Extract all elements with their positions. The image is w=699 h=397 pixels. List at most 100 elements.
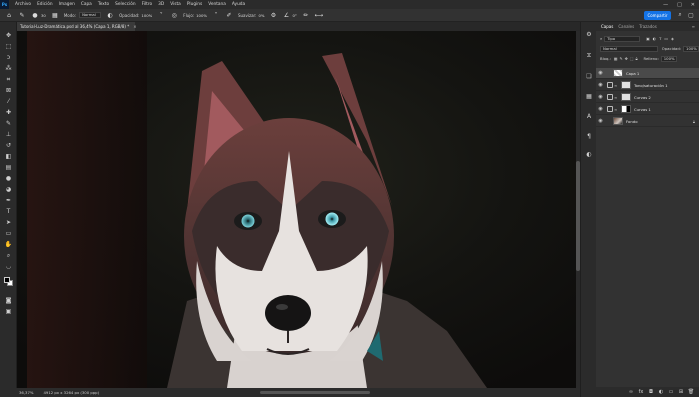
smoothing-value[interactable]: 0% <box>258 13 264 18</box>
paragraph-icon[interactable]: ¶ <box>585 132 593 140</box>
new-layer-icon[interactable]: ⊞ <box>678 389 684 395</box>
foreground-color-swatch[interactable] <box>4 277 10 283</box>
zoom-level[interactable]: 36,37% <box>19 390 33 395</box>
home-icon[interactable]: ⌂ <box>5 11 13 19</box>
menu-capa[interactable]: Capa <box>81 2 92 7</box>
panel-menu-icon[interactable]: ≡ <box>692 24 695 29</box>
flow-value[interactable]: 100% <box>196 13 207 18</box>
eye-icon[interactable]: ◉ <box>596 70 605 76</box>
add-mask-icon[interactable]: ◘ <box>648 389 654 395</box>
angle-value[interactable]: 0° <box>293 13 297 18</box>
layer-filter-select[interactable]: Tipo <box>604 35 641 42</box>
gear-icon[interactable]: ⚙ <box>270 11 278 19</box>
zoom-tool-icon[interactable]: ⌕ <box>4 251 13 260</box>
quick-mask-icon[interactable]: ◙ <box>4 296 13 305</box>
menu-edicion[interactable]: Edición <box>37 2 53 7</box>
dodge-tool-icon[interactable]: ◕ <box>4 185 13 194</box>
brush-tool-icon[interactable]: ✎ <box>18 11 26 19</box>
layer-style-icon[interactable]: fx <box>638 389 644 395</box>
mode-select[interactable]: Normal <box>79 12 102 18</box>
lock-transparent-icon[interactable]: ▦ <box>614 56 618 61</box>
color-icon[interactable]: ◐ <box>585 150 593 158</box>
filter-type-icon[interactable]: T <box>659 36 661 41</box>
airbrush-icon[interactable]: ◎ <box>170 11 178 19</box>
move-tool-icon[interactable]: ✥ <box>4 31 13 40</box>
frame-tool-icon[interactable]: ⊠ <box>4 86 13 95</box>
brush-preset-icon[interactable]: ● <box>31 11 39 19</box>
menu-ventana[interactable]: Ventana <box>208 2 226 7</box>
swatches-icon[interactable]: ▦ <box>585 92 593 100</box>
layer-row-capa-1[interactable]: ◉ Capa 1 <box>596 68 699 79</box>
pressure-opacity-icon[interactable]: ◐ <box>106 11 114 19</box>
new-group-icon[interactable]: ▭ <box>668 389 674 395</box>
pressure-size-icon[interactable]: ✏ <box>302 11 310 19</box>
document-tab[interactable]: Tutorial-Luz-Dramática.psd al 36,4% (Cap… <box>17 22 137 31</box>
tab-canales[interactable]: Canales <box>618 24 634 29</box>
canvas-area[interactable] <box>17 31 580 388</box>
workspace-icon[interactable]: ▢ <box>687 11 695 19</box>
lock-position-icon[interactable]: ✥ <box>625 56 628 61</box>
pen-pressure-icon[interactable]: ✐ <box>225 11 233 19</box>
layer-row-tono-saturacion[interactable]: ◉ ∞ Tono/saturación 1 <box>596 80 699 91</box>
link-layers-icon[interactable]: ∞ <box>628 389 634 395</box>
menu-plugins[interactable]: Plugins <box>187 2 202 7</box>
lock-image-icon[interactable]: ✎ <box>619 56 622 61</box>
eye-icon[interactable]: ◉ <box>596 94 605 100</box>
new-adjustment-icon[interactable]: ◐ <box>658 389 664 395</box>
menu-vista[interactable]: Vista <box>170 2 181 7</box>
hand-tool-icon[interactable]: ✋ <box>4 240 13 249</box>
history-brush-tool-icon[interactable]: ↺ <box>4 141 13 150</box>
filter-adjustment-icon[interactable]: ◐ <box>653 36 656 41</box>
filter-smart-icon[interactable]: ◈ <box>671 36 674 41</box>
fill-field[interactable]: 100% <box>660 55 677 62</box>
eye-icon[interactable]: ◉ <box>596 82 605 88</box>
tab-capas[interactable]: Capas <box>601 24 613 29</box>
menu-archivo[interactable]: Archivo <box>15 2 31 7</box>
marquee-tool-icon[interactable]: ⬚ <box>4 42 13 51</box>
opacity-field[interactable]: 100% <box>683 45 699 52</box>
brush-tool-icon[interactable]: ✎ <box>4 119 13 128</box>
filter-shape-icon[interactable]: ▭ <box>664 36 668 41</box>
brush-size[interactable]: 30 <box>41 13 46 18</box>
screen-mode-icon[interactable]: ▣ <box>4 307 13 316</box>
share-button[interactable]: Compartir <box>644 11 671 20</box>
adjustments-icon[interactable]: ⚙ <box>585 30 593 38</box>
delete-layer-icon[interactable]: 🗑︎ <box>688 389 694 395</box>
chevron-down-icon[interactable]: ˅ <box>157 11 165 19</box>
layer-row-curvas-2[interactable]: ◉ ∞ Curvas 2 <box>596 92 699 103</box>
opacity-value[interactable]: 100% <box>141 13 152 18</box>
eye-icon[interactable]: ◉ <box>596 118 605 124</box>
eye-icon[interactable]: ◉ <box>596 106 605 112</box>
menu-seleccion[interactable]: Selección <box>115 2 135 7</box>
lock-all-icon[interactable]: 🔒︎ <box>635 56 637 61</box>
menu-filtro[interactable]: Filtro <box>142 2 153 7</box>
path-selection-tool-icon[interactable]: ➤ <box>4 218 13 227</box>
lock-artboard-icon[interactable]: ⬚ <box>630 56 634 61</box>
menu-imagen[interactable]: Imagen <box>59 2 75 7</box>
pen-tool-icon[interactable]: ✒ <box>4 196 13 205</box>
blend-mode-select[interactable]: Normal <box>600 45 658 52</box>
crop-tool-icon[interactable]: ⌗ <box>4 75 13 84</box>
blur-tool-icon[interactable]: ● <box>4 174 13 183</box>
brush-settings-icon[interactable]: ▦ <box>51 11 59 19</box>
tab-trazados[interactable]: Trazados <box>639 24 657 29</box>
close-tab-icon[interactable]: × <box>133 24 136 29</box>
type-tool-icon[interactable]: T <box>4 207 13 216</box>
eraser-tool-icon[interactable]: ◧ <box>4 152 13 161</box>
search-icon[interactable]: ⌕ <box>676 11 684 19</box>
eyedropper-tool-icon[interactable]: ⁄ <box>4 97 13 106</box>
lasso-tool-icon[interactable]: ↄ <box>4 53 13 62</box>
horizontal-scroll-thumb[interactable] <box>260 391 370 394</box>
quick-selection-tool-icon[interactable]: ⁂ <box>4 64 13 73</box>
character-icon[interactable]: A <box>585 112 593 120</box>
layers-icon[interactable]: ❏ <box>585 72 593 80</box>
menu-3d[interactable]: 3D <box>158 2 164 7</box>
menu-texto[interactable]: Texto <box>98 2 109 7</box>
healing-brush-tool-icon[interactable]: ✚ <box>4 108 13 117</box>
minimize-button[interactable]: — <box>663 2 668 8</box>
chevron-down-icon[interactable]: ˅ <box>212 11 220 19</box>
maximize-button[interactable]: □ <box>677 2 682 8</box>
rectangle-tool-icon[interactable]: ▭ <box>4 229 13 238</box>
layer-row-curvas-1[interactable]: ◉ ∞ Curvas 1 <box>596 104 699 115</box>
menu-ayuda[interactable]: Ayuda <box>232 2 245 7</box>
